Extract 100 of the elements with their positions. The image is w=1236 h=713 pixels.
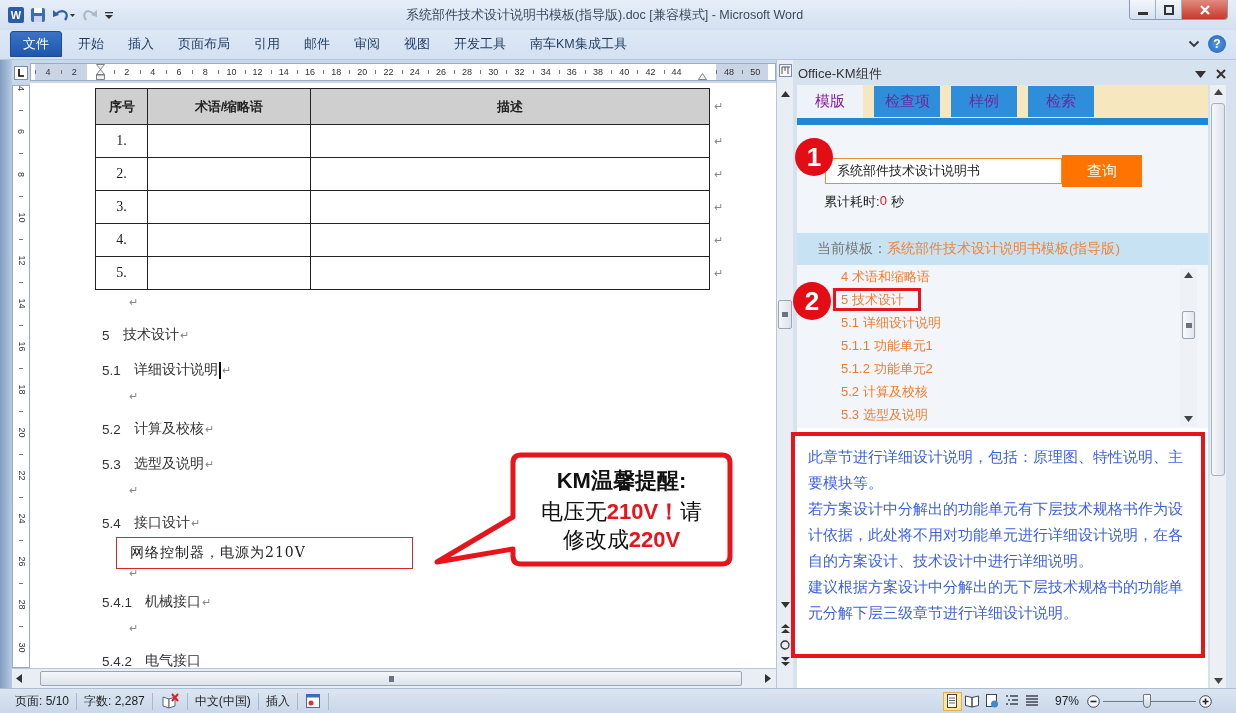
down-arrow-icon[interactable] xyxy=(1213,678,1223,684)
paragraph-mark: ↵ xyxy=(179,329,189,341)
heading-number: 5.4.1 xyxy=(102,594,133,610)
language-indicator[interactable]: 中文(中国) xyxy=(187,692,258,710)
ruler-number: 44 xyxy=(671,67,682,77)
ruler-number: 4 xyxy=(150,67,156,77)
panel-tab[interactable]: 模版 xyxy=(797,85,863,118)
up-arrow-icon[interactable] xyxy=(1184,272,1193,278)
ribbon-tab[interactable]: 引用 xyxy=(242,31,292,57)
heading-number: 5.4.2 xyxy=(102,653,133,668)
paragraph-mark: ↵ xyxy=(202,596,212,608)
zoom-in-icon[interactable] xyxy=(1199,694,1212,708)
ruler-number: 26 xyxy=(16,556,26,566)
heading-text: 详细设计说明 xyxy=(133,361,218,379)
scrollbar-thumb[interactable] xyxy=(1211,103,1225,476)
undo-icon[interactable] xyxy=(52,7,76,23)
ruler-number: 30 xyxy=(488,67,499,77)
ruler-number: 20 xyxy=(357,67,368,77)
highlighted-text: 网络控制器，电源为210V xyxy=(116,537,413,569)
double-up-arrow-icon[interactable] xyxy=(780,624,790,634)
ruler-number: 2 xyxy=(71,67,77,77)
view-button[interactable] xyxy=(942,691,962,711)
paragraph-mark: ↵ xyxy=(129,390,138,402)
ribbon-tab[interactable]: 开始 xyxy=(66,31,116,57)
book-icon xyxy=(965,694,980,708)
ruler-icon[interactable] xyxy=(778,64,792,77)
tab-stop-icon[interactable] xyxy=(14,66,28,80)
ruler-number: 20 xyxy=(16,427,26,437)
paragraph-mark: ↵ xyxy=(714,169,723,180)
column-header: 术语/缩略语 xyxy=(148,88,311,125)
close-icon[interactable] xyxy=(1216,69,1226,79)
paragraph-mark: ↵ xyxy=(714,101,723,112)
circle-icon[interactable] xyxy=(780,640,790,650)
table-cell: 2. xyxy=(95,158,148,191)
close-icon xyxy=(1199,4,1210,15)
ribbon-tab[interactable]: 页面布局 xyxy=(166,31,242,57)
table-cell: 5. xyxy=(95,257,148,290)
pane-title: Office-KM组件 xyxy=(798,65,882,83)
ribbon-tab[interactable]: 视图 xyxy=(392,31,442,57)
scrollbar-thumb[interactable] xyxy=(40,671,742,686)
slider-thumb[interactable] xyxy=(1142,694,1151,708)
chevron-icon[interactable] xyxy=(1188,38,1200,50)
down-arrow-icon[interactable] xyxy=(1184,416,1193,422)
up-arrow-icon[interactable] xyxy=(1213,89,1223,95)
heading-number: 5.3 xyxy=(102,456,121,472)
ruler-number: 50 xyxy=(750,67,761,77)
ruler-number: 18 xyxy=(331,67,342,77)
heading-text: 接口设计 xyxy=(133,514,190,532)
elapsed-label: 累计耗时: xyxy=(824,193,880,211)
ruler-number: 38 xyxy=(593,67,604,77)
ruler-number: 16 xyxy=(304,67,315,77)
ruler-number: 14 xyxy=(16,298,26,308)
insert-mode[interactable]: 插入 xyxy=(258,692,297,710)
search-field[interactable]: 系统部件技术设计说明书 xyxy=(825,158,1062,184)
up-arrow-icon[interactable] xyxy=(780,91,790,97)
ruler-number: 22 xyxy=(16,470,26,480)
maximize-button[interactable] xyxy=(1156,0,1182,19)
template-name: 系统部件技术设计说明书模板(指导版) xyxy=(887,240,1120,258)
double-down-arrow-icon[interactable] xyxy=(780,656,790,666)
maximize-icon xyxy=(1163,4,1174,15)
ribbon-tab[interactable]: 邮件 xyxy=(292,31,342,57)
ruler-number: 40 xyxy=(619,67,630,77)
app-logo[interactable]: W xyxy=(8,7,24,23)
left-arrow-icon[interactable] xyxy=(16,674,22,683)
ribbon-tab[interactable]: 南车KM集成工具 xyxy=(518,31,639,57)
right-arrow-icon[interactable] xyxy=(765,674,771,683)
ruler-number: 6 xyxy=(16,128,26,134)
paragraph-mark: ↵ xyxy=(129,484,138,496)
dropdown-icon[interactable] xyxy=(1195,70,1206,78)
book-cross-icon[interactable] xyxy=(160,693,179,709)
file-tab[interactable]: 文件 xyxy=(10,31,62,57)
indent-marker-icon[interactable] xyxy=(698,73,708,80)
zoom-level[interactable]: 97% xyxy=(1054,694,1079,708)
paragraph-mark: ↵ xyxy=(204,458,214,470)
heading-text: 机械接口 xyxy=(145,593,202,611)
indent-marker-icon[interactable] xyxy=(95,64,105,80)
table-cell: 1. xyxy=(95,125,148,158)
ruler-number: 12 xyxy=(252,67,263,77)
description-text: 此章节进行详细设计说明，包括：原理图、特性说明、主要模块等。 xyxy=(808,447,1184,493)
ruler-number: 32 xyxy=(514,67,525,77)
save-icon[interactable] xyxy=(30,7,46,23)
heading-number: 5 xyxy=(102,327,110,343)
scrollbar-thumb[interactable] xyxy=(778,300,792,329)
ruler-number: 16 xyxy=(16,341,26,351)
help-button[interactable]: ? xyxy=(1208,35,1226,53)
ribbon-tab[interactable]: 开发工具 xyxy=(442,31,518,57)
ribbon-tab[interactable]: 插入 xyxy=(116,31,166,57)
ruler-number: 28 xyxy=(16,599,26,609)
minimize-button[interactable] xyxy=(1130,0,1156,19)
ruler-number: 10 xyxy=(16,212,26,222)
heading-text: 选型及说明 xyxy=(133,455,204,473)
scrollbar-thumb[interactable] xyxy=(1182,311,1195,339)
page-count: 页面: 5/10 xyxy=(14,692,71,710)
zoom-out-icon[interactable] xyxy=(1087,694,1100,708)
ruler-number: 8 xyxy=(202,67,208,77)
ribbon-tab[interactable]: 审阅 xyxy=(342,31,392,57)
number-badge: 2 xyxy=(793,282,831,320)
down-arrow-icon[interactable] xyxy=(780,602,790,608)
close-button[interactable] xyxy=(1182,0,1227,19)
lines-icon xyxy=(1025,694,1040,708)
